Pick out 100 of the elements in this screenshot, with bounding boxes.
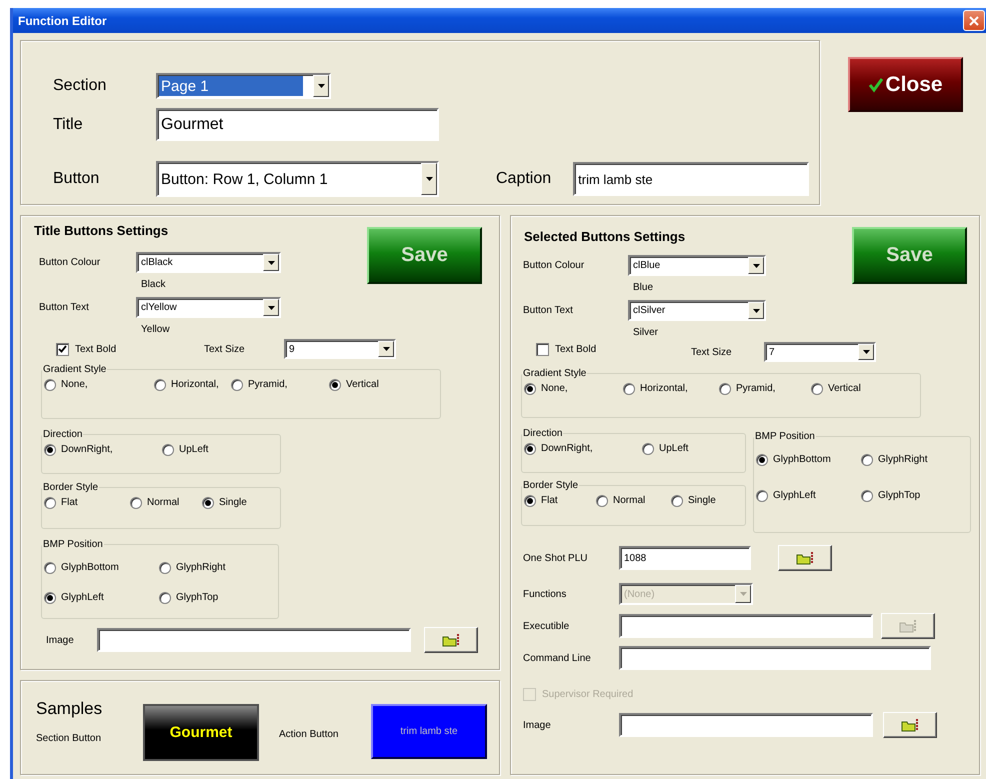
- dropdown[interactable]: Page 1: [156, 73, 331, 99]
- input-field[interactable]: [619, 713, 873, 737]
- radio-button[interactable]: None,: [524, 382, 568, 396]
- field-label: Command Line: [523, 652, 592, 664]
- field-label: Button Text: [523, 305, 574, 316]
- field-label: Button Colour: [523, 260, 586, 271]
- field-label: Title: [53, 116, 84, 134]
- caret-icon: [426, 177, 432, 181]
- radio-button[interactable]: Pyramid,: [231, 378, 288, 392]
- section-heading: Samples: [36, 699, 104, 719]
- radio-button[interactable]: Vertical: [811, 382, 861, 396]
- radio-button[interactable]: UpLeft: [162, 443, 208, 457]
- radio-button[interactable]: Horizontal,: [623, 382, 688, 396]
- radio-button[interactable]: Flat: [44, 496, 78, 510]
- checkbox[interactable]: Text Bold: [56, 342, 116, 356]
- dropdown[interactable]: clBlack: [136, 252, 281, 273]
- dropdown[interactable]: 7: [764, 342, 876, 362]
- dropdown[interactable]: clBlue: [628, 255, 766, 276]
- section-heading: Selected Buttons Settings: [524, 229, 686, 244]
- caret-icon: [318, 84, 324, 88]
- dropdown[interactable]: clYellow: [136, 297, 281, 318]
- radio-button[interactable]: Horizontal,: [154, 378, 219, 392]
- radio-button[interactable]: Normal: [596, 494, 646, 508]
- dropdown[interactable]: clSilver: [628, 300, 766, 321]
- browse-button[interactable]: [883, 712, 937, 738]
- field-label: Text Size: [204, 344, 246, 354]
- radio-button[interactable]: Flat: [524, 494, 558, 508]
- field-label: Action Button: [279, 729, 340, 740]
- radio-button[interactable]: None,: [44, 378, 88, 392]
- field-label: Section Button: [36, 733, 102, 744]
- caret-icon: [752, 264, 760, 268]
- group-label: Border Style: [522, 480, 580, 491]
- caret-icon: [752, 308, 760, 312]
- save-button[interactable]: Save: [852, 227, 967, 284]
- folder-icon: [796, 551, 814, 565]
- radio-button[interactable]: GlyphBottom: [44, 561, 119, 575]
- group-label: Gradient Style: [42, 364, 108, 375]
- radio-button[interactable]: Normal: [130, 496, 180, 510]
- caret-icon: [862, 350, 870, 354]
- radio-button[interactable]: Pyramid,: [719, 382, 776, 396]
- folder-icon: [899, 619, 917, 633]
- input-field[interactable]: [619, 614, 873, 638]
- field-label: Functions: [523, 588, 568, 600]
- color-name: Yellow: [141, 324, 170, 335]
- color-name: Black: [141, 279, 166, 290]
- browse-button[interactable]: [778, 545, 832, 571]
- radio-button[interactable]: Single: [202, 496, 247, 510]
- color-name: Blue: [633, 282, 654, 293]
- radio-button[interactable]: GlyphLeft: [44, 591, 104, 605]
- field-label: One Shot PLU: [523, 552, 588, 564]
- input-field[interactable]: [97, 628, 411, 652]
- browse-button[interactable]: [424, 627, 478, 653]
- radio-button[interactable]: DownRight,: [44, 443, 113, 457]
- input-field[interactable]: trim lamb ste: [573, 162, 810, 196]
- radio-button[interactable]: GlyphBottom: [756, 453, 831, 467]
- radio-button[interactable]: DownRight,: [524, 442, 593, 456]
- group-label: BMP Position: [42, 539, 104, 550]
- input-field[interactable]: Gourmet: [156, 108, 439, 141]
- dropdown[interactable]: 9: [284, 339, 396, 359]
- group-label: BMP Position: [754, 431, 816, 442]
- caret-icon: [268, 260, 274, 264]
- field-label: Executible: [523, 620, 570, 632]
- input-field[interactable]: [619, 646, 931, 670]
- radio-button[interactable]: GlyphRight: [861, 453, 928, 467]
- input-field[interactable]: 1088: [619, 546, 751, 570]
- radio-button[interactable]: Vertical: [329, 378, 379, 392]
- radio-button[interactable]: GlyphTop: [861, 489, 920, 503]
- sample-button[interactable]: trim lamb ste: [371, 704, 487, 759]
- radio-button[interactable]: Single: [671, 494, 716, 508]
- field-label: Section: [53, 77, 108, 95]
- group-label: Border Style: [42, 482, 100, 493]
- checkmark-icon: [868, 76, 884, 92]
- field-label: Button Text: [39, 302, 90, 313]
- caret-icon: [268, 306, 274, 310]
- window-title: Function Editor: [18, 14, 107, 28]
- field-label: Image: [523, 720, 552, 730]
- field-label: Button: [53, 170, 100, 188]
- field-label: Image: [46, 634, 75, 646]
- caret-icon: [740, 592, 746, 596]
- field-label: Text Size: [691, 346, 733, 358]
- caret-icon: [382, 347, 390, 351]
- close-button[interactable]: [963, 10, 985, 31]
- dropdown[interactable]: Button: Row 1, Column 1: [156, 161, 439, 197]
- radio-button[interactable]: GlyphLeft: [756, 489, 816, 503]
- close-button[interactable]: Close: [848, 57, 963, 112]
- close-icon: [969, 16, 979, 26]
- folder-icon: [442, 633, 460, 647]
- group-label: Direction: [42, 429, 84, 440]
- radio-button[interactable]: GlyphRight: [159, 561, 226, 575]
- sample-button[interactable]: Gourmet: [143, 704, 259, 761]
- group-label: Gradient Style: [522, 368, 588, 379]
- save-button[interactable]: Save: [367, 227, 482, 284]
- radio-button[interactable]: UpLeft: [642, 442, 688, 456]
- section-heading: Title Buttons Settings: [34, 223, 170, 238]
- checkbox[interactable]: Text Bold: [536, 343, 596, 356]
- field-label: Caption: [496, 170, 552, 188]
- folder-icon: [901, 718, 919, 732]
- color-name: Silver: [633, 327, 658, 338]
- checkmark-icon: [58, 345, 67, 353]
- radio-button[interactable]: GlyphTop: [159, 591, 218, 605]
